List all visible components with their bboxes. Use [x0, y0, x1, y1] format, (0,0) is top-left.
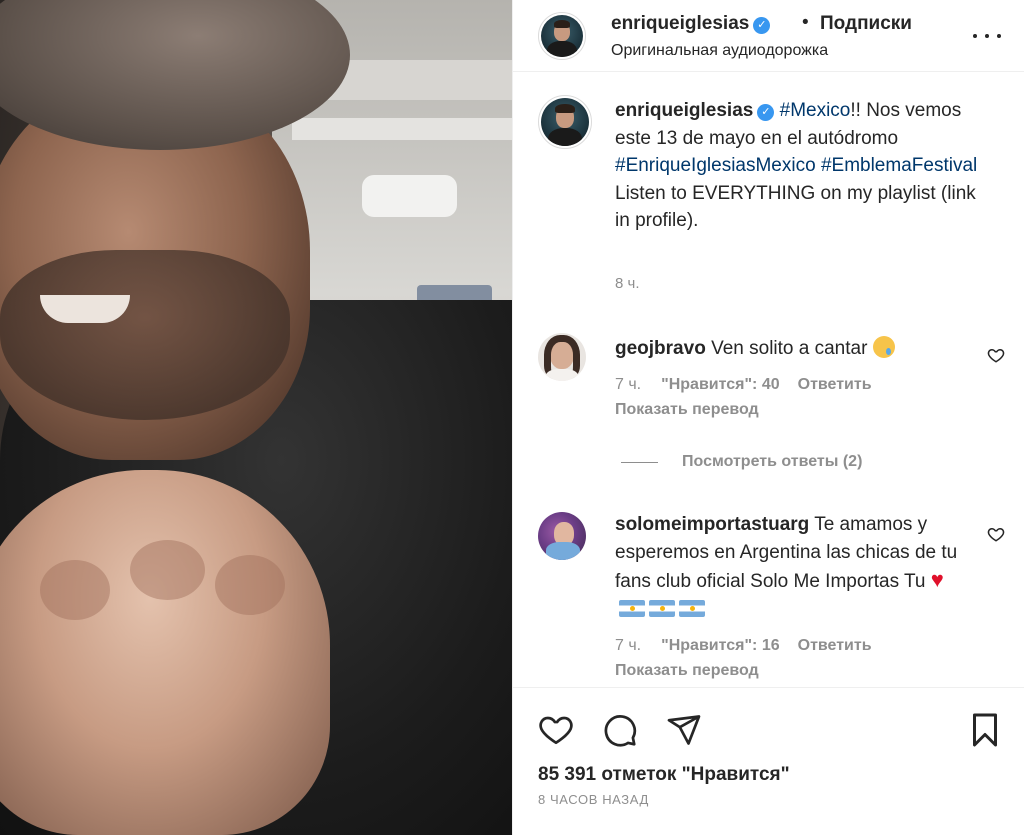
fist-knuckle: [215, 555, 285, 615]
person-beard: [0, 250, 290, 420]
hashtag-emblemafestival[interactable]: #EmblemaFestival: [821, 155, 977, 176]
header-separator: •: [802, 12, 809, 33]
heart-icon[interactable]: [987, 346, 1005, 364]
hashtag-enriqueiglesiasmexico[interactable]: #EnriqueIglesiasMexico: [615, 155, 816, 176]
caption-text-continued: Listen to EVERYTHING on my playlist (lin…: [615, 182, 976, 232]
comment-text: Ven solito a cantar: [711, 338, 868, 359]
background-ceiling-strip: [292, 118, 512, 140]
fist-knuckle: [130, 540, 205, 600]
comment-username[interactable]: solomeimportastuarg: [615, 514, 809, 535]
heart-icon[interactable]: [987, 525, 1005, 543]
show-translation-button[interactable]: Показать перевод: [615, 401, 759, 419]
background-light: [362, 175, 457, 217]
comment-avatar[interactable]: [538, 333, 586, 381]
comment-likes[interactable]: "Нравится": 40: [661, 376, 780, 394]
caption-avatar[interactable]: [538, 95, 592, 149]
show-translation-button[interactable]: Показать перевод: [615, 662, 759, 680]
caption-username[interactable]: enriqueiglesias: [615, 100, 753, 121]
author-username-line[interactable]: enriqueiglesias ✓: [611, 13, 771, 35]
post-header: enriqueiglesias ✓ • Подписки Оригинальная…: [513, 0, 1024, 72]
author-username[interactable]: enriqueiglesias: [611, 13, 749, 34]
original-audio-link[interactable]: Оригинальная аудиодорожка: [611, 42, 828, 60]
argentina-flag-emoji: [619, 599, 645, 617]
comment-likes[interactable]: "Нравится": 16: [661, 637, 780, 655]
author-avatar[interactable]: [538, 12, 586, 60]
action-bar: [538, 712, 702, 748]
verified-badge-icon: ✓: [757, 104, 775, 121]
heart-icon[interactable]: [538, 712, 574, 748]
post-caption: enriqueiglesias ✓ #Mexico!! Nos vemos est…: [615, 97, 995, 235]
comment-meta: 7 ч. "Нравится": 40 Ответить: [615, 376, 872, 394]
argentina-flag-emoji: [649, 599, 675, 617]
argentina-flag-emoji: [679, 599, 705, 617]
comment: solomeimportastuarg Te amamos y esperemo…: [615, 511, 970, 623]
likes-count[interactable]: 85 391 отметок "Нравится": [538, 764, 790, 786]
person-fist: [0, 470, 330, 835]
comment-time[interactable]: 7 ч.: [615, 376, 641, 394]
post-actions-footer: 85 391 отметок "Нравится" 8 ЧАСОВ НАЗАД: [513, 687, 1024, 835]
view-replies-label[interactable]: Посмотреть ответы (2): [682, 453, 862, 471]
post-side-panel: enriqueiglesias ✓ • Подписки Оригинальная…: [512, 0, 1024, 835]
replies-divider: [621, 461, 658, 463]
comment-time[interactable]: 7 ч.: [615, 637, 641, 655]
following-button[interactable]: Подписки: [820, 13, 912, 35]
more-options-icon[interactable]: [973, 26, 1001, 46]
comment-meta: 7 ч. "Нравится": 16 Ответить: [615, 637, 872, 655]
verified-badge-icon: ✓: [753, 17, 771, 34]
hashtag-mexico[interactable]: #Mexico: [780, 100, 851, 121]
post-video[interactable]: [0, 0, 512, 835]
view-replies-button[interactable]: Посмотреть ответы (2): [621, 453, 862, 471]
comment: geojbravo Ven solito a cantar: [615, 335, 970, 363]
red-heart-emoji: ♥: [930, 567, 944, 592]
comment-icon[interactable]: [602, 712, 638, 748]
bookmark-icon[interactable]: [969, 712, 1001, 748]
crying-face-emoji: [872, 336, 895, 358]
reply-button[interactable]: Ответить: [798, 376, 872, 394]
share-icon[interactable]: [666, 712, 702, 748]
person-smile: [40, 295, 130, 323]
comment-avatar[interactable]: [538, 512, 586, 560]
post-timestamp[interactable]: 8 ЧАСОВ НАЗАД: [538, 792, 649, 807]
fist-knuckle: [40, 560, 110, 620]
caption-timestamp[interactable]: 8 ч.: [615, 275, 640, 292]
comment-username[interactable]: geojbravo: [615, 338, 706, 359]
reply-button[interactable]: Ответить: [798, 637, 872, 655]
